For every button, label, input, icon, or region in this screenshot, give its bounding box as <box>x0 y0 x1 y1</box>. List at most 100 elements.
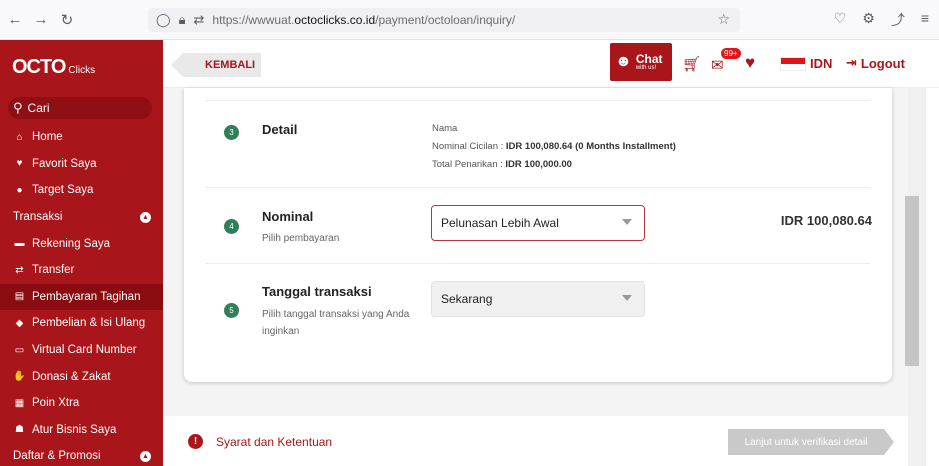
logout-icon: ⇥ <box>846 55 857 70</box>
location-pin-icon: ● <box>16 184 23 196</box>
chevron-down-icon <box>622 295 632 301</box>
nominal-selected-value: Pelunasan Lebih Awal <box>441 216 559 230</box>
card-icon: ▬ <box>14 238 25 250</box>
heart-icon: ♥ <box>16 158 23 170</box>
page-scrollbar-thumb[interactable] <box>905 196 919 366</box>
sidebar-item-target-saya[interactable]: ● Target Saya <box>0 177 163 204</box>
sidebar-item-atur-bisnis-saya[interactable]: ☗ Atur Bisnis Saya <box>0 417 163 444</box>
chat-agent-icon: ☻ <box>615 53 632 70</box>
reload-icon[interactable]: ↻ <box>56 9 78 31</box>
nominal-amount: IDR 100,080.64 <box>780 213 872 228</box>
payment-form-card: 3 Detail Nama Nominal Cicilan : IDR 100,… <box>184 88 892 382</box>
sidebar-item-label: Transfer <box>32 264 75 277</box>
sidebar-item-label: Target Saya <box>32 184 94 197</box>
address-bar[interactable]: ◯ 🔒︎ ⇄ https://wwwuat.octoclicks.co.id/p… <box>148 8 740 32</box>
info-icon: ! <box>188 434 203 449</box>
next-verify-button[interactable]: Lanjut untuk verifikasi detail <box>728 429 894 455</box>
chevron-up-icon[interactable]: ▲ <box>140 451 151 463</box>
back-button[interactable]: KEMBALI <box>170 53 262 77</box>
step-4-badge: 4 <box>224 219 239 234</box>
pocket-icon[interactable]: ♡ <box>834 10 847 30</box>
browser-toolbar: ← → ↻ ◯ 🔒︎ ⇄ https://wwwuat.octoclicks.c… <box>0 0 939 40</box>
divider <box>205 100 870 101</box>
tanggal-subtitle: Pilih tanggal transaksi yang Anda ingink… <box>262 309 410 337</box>
permissions-icon: ⇄ <box>193 12 205 27</box>
donation-icon: ✋ <box>13 371 26 383</box>
main-content: 3 Detail Nama Nominal Cicilan : IDR 100,… <box>163 88 908 416</box>
sidebar-item-label: Pembelian & Isi Ulang <box>32 317 146 330</box>
gift-icon: ▦ <box>14 397 25 409</box>
sidebar-item-label: Rekening Saya <box>32 237 110 250</box>
sidebar-search[interactable]: ⚲ Cari <box>8 97 152 119</box>
bill-icon: ▤ <box>14 291 25 303</box>
nominal-subtitle: Pilih pembayaran <box>262 233 340 244</box>
sidebar-item-label: Atur Bisnis Saya <box>32 423 117 436</box>
lock-icon: 🔒︎ <box>178 12 186 27</box>
chat-button[interactable]: ☻ Chat with us! <box>610 43 672 81</box>
divider <box>205 263 870 264</box>
sidebar-item-label: Home <box>32 131 63 144</box>
divider <box>205 187 870 188</box>
sidebar-item-label: Poin Xtra <box>32 397 80 410</box>
terms-link[interactable]: Syarat dan Ketentuan <box>216 435 332 449</box>
action-footer: ! Syarat dan Ketentuan Lanjut untuk veri… <box>163 416 908 466</box>
indonesia-flag-icon[interactable] <box>780 57 806 71</box>
shield-icon: ◯ <box>156 12 171 27</box>
cart-icon[interactable]: 🛒︎ <box>682 55 701 73</box>
sidebar-section-transaksi[interactable]: Transaksi ▲ <box>0 204 163 231</box>
transfer-icon: ⇄ <box>15 264 24 276</box>
detail-info: Nama Nominal Cicilan : IDR 100,080.64 (0… <box>432 120 676 174</box>
share-icon[interactable]: ⤴ <box>891 10 905 30</box>
total-penarikan-line: Total Penarikan : IDR 100,000.00 <box>432 159 572 170</box>
search-placeholder: Cari <box>27 101 50 115</box>
nama-label: Nama <box>432 123 458 134</box>
business-icon: ☗ <box>15 424 24 436</box>
tanggal-title: Tanggal transaksi <box>262 284 372 299</box>
sidebar-section-daftar-promosi[interactable]: Daftar & Promosi ▲ <box>0 443 163 466</box>
chevron-down-icon <box>622 219 632 225</box>
sidebar: OCTO Clicks ⚲ Cari ⌂ Home ♥ Favorit Saya ● Ta… <box>0 40 163 466</box>
sidebar-item-label: Donasi & Zakat <box>32 370 111 383</box>
extensions-icon[interactable]: ⚙ <box>862 10 875 30</box>
back-arrow-icon[interactable]: ← <box>4 9 26 31</box>
menu-icon[interactable]: ≡ <box>921 10 929 30</box>
sidebar-item-rekening-saya[interactable]: ▬ Rekening Saya <box>0 230 163 257</box>
search-icon: ⚲ <box>13 100 23 115</box>
detail-title: Detail <box>262 122 298 137</box>
nominal-title: Nominal <box>262 209 314 224</box>
forward-arrow-icon[interactable]: → <box>30 9 52 31</box>
favorite-heart-icon[interactable]: ♥ <box>745 53 755 73</box>
logout-button[interactable]: ⇥ Logout <box>846 55 905 71</box>
sidebar-item-donasi-zakat[interactable]: ✋ Donasi & Zakat <box>0 363 163 390</box>
sidebar-item-favorit-saya[interactable]: ♥ Favorit Saya <box>0 151 163 178</box>
sidebar-item-label: Favorit Saya <box>32 157 97 170</box>
sidebar-item-pembelian-isi-ulang[interactable]: ◆ Pembelian & Isi Ulang <box>0 310 163 337</box>
sidebar-item-virtual-card-number[interactable]: ▭ Virtual Card Number <box>0 337 163 364</box>
chevron-up-icon[interactable]: ▲ <box>140 211 151 223</box>
step-3-badge: 3 <box>224 125 239 140</box>
sidebar-menu: ⌂ Home ♥ Favorit Saya ● Target Saya Transaksi ▲… <box>0 124 163 466</box>
step-5-badge: 5 <box>224 303 239 318</box>
top-header: KEMBALI ☻ Chat with us! 🛒︎ ✉ 99+ ♥ IDN ⇥… <box>163 40 939 88</box>
tanggal-select[interactable]: Sekarang <box>431 281 645 317</box>
sidebar-item-label: Virtual Card Number <box>32 344 137 357</box>
language-selector[interactable]: IDN <box>810 56 832 71</box>
sidebar-item-label: Transaksi <box>13 211 63 224</box>
sidebar-item-transfer[interactable]: ⇄ Transfer <box>0 257 163 284</box>
sidebar-item-home[interactable]: ⌂ Home <box>0 124 163 151</box>
home-icon: ⌂ <box>16 131 23 143</box>
bookmark-star-icon[interactable]: ☆ <box>717 11 730 28</box>
mail-icon[interactable]: ✉ <box>711 56 724 74</box>
nominal-cicilan-line: Nominal Cicilan : IDR 100,080.64 (0 Mont… <box>432 141 676 152</box>
sidebar-item-label: Daftar & Promosi <box>13 450 101 463</box>
nominal-select[interactable]: Pelunasan Lebih Awal <box>431 205 645 241</box>
sidebar-item-label: Pembayaran Tagihan <box>32 290 141 303</box>
url-text: https://wwwuat.octoclicks.co.id/payment/… <box>212 13 516 27</box>
sidebar-item-pembayaran-tagihan[interactable]: ▤ Pembayaran Tagihan <box>0 283 163 311</box>
virtual-card-icon: ▭ <box>14 344 25 356</box>
sidebar-item-poin-xtra[interactable]: ▦ Poin Xtra <box>0 390 163 417</box>
notification-badge: 99+ <box>721 48 741 59</box>
octo-clicks-logo[interactable]: OCTO Clicks <box>12 56 95 79</box>
tanggal-selected-value: Sekarang <box>441 292 493 306</box>
tag-icon: ◆ <box>15 317 24 329</box>
